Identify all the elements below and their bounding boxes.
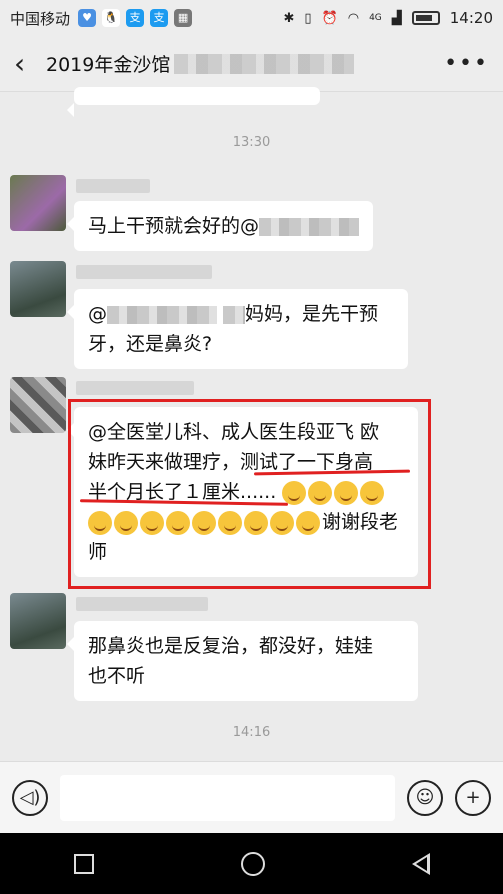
chat-title: 2019年金沙馆 [46, 54, 171, 76]
back-arrow-icon[interactable]: ‹ [14, 47, 46, 80]
battery-icon [411, 11, 440, 25]
message-text: 妹昨天来做理疗，测试了一下身高 [88, 451, 374, 473]
avatar[interactable] [10, 175, 66, 231]
hand-over-mouth-emoji-icon [308, 480, 333, 505]
message-text: 妈妈，是先干预 [245, 303, 379, 325]
signal-icon: ▟ [391, 10, 402, 26]
wechat-icon: ♥ [78, 9, 97, 27]
message-bubble[interactable]: 那鼻炎也是反复治，都没好，娃娃 也不听 [67, 621, 418, 701]
more-options-icon[interactable]: ••• [444, 51, 489, 76]
hand-over-mouth-emoji-icon [282, 480, 307, 505]
sender-name [76, 381, 194, 395]
status-bar: 中国移动 ♥ 🐧 支 支 ▦ ✱ ▯ ⏰ ◠ 4G ▟ 14:20 [0, 0, 503, 36]
recent-apps-icon[interactable] [73, 853, 94, 874]
blurred-mention [223, 305, 246, 324]
message-input-bar: ◁) ☺ + [0, 761, 503, 833]
sender-name [76, 597, 208, 611]
alipay-icon: 支 [126, 9, 145, 27]
avatar[interactable] [10, 593, 66, 649]
back-icon[interactable] [411, 852, 430, 875]
notification-icons: ♥ 🐧 支 支 ▦ [78, 9, 193, 27]
message-text: @全医堂儿科、成人医生段亚飞 欧 [88, 421, 380, 443]
message-list[interactable]: 13:30 马上干预就会好的@ @ 妈妈，是先干预 牙，还是鼻炎? @全医堂儿科… [0, 87, 503, 761]
message-text: 师 [88, 541, 108, 563]
blurred-mention [107, 305, 217, 324]
carrier-name: 中国移动 [10, 9, 71, 28]
home-icon[interactable] [240, 851, 265, 876]
qq-icon: 🐧 [102, 9, 121, 27]
grinning-emoji-icon [166, 510, 190, 535]
grinning-emoji-icon [270, 510, 294, 535]
sender-name [76, 179, 150, 193]
avatar[interactable] [10, 377, 66, 433]
network-type: 4G [369, 13, 382, 23]
alarm-icon: ⏰ [321, 10, 338, 26]
hand-over-mouth-emoji-icon [114, 510, 138, 535]
hand-over-mouth-emoji-icon [334, 480, 359, 505]
message-bubble[interactable] [67, 87, 320, 117]
message-text: 那鼻炎也是反复治，都没好，娃娃 [88, 635, 374, 657]
message-bubble[interactable]: 马上干预就会好的@ [66, 201, 374, 251]
message-text: 牙，还是鼻炎? [88, 333, 213, 355]
vibrate-icon: ▯ [304, 10, 312, 26]
qr-icon: ▦ [174, 9, 193, 27]
emoji-icon[interactable]: ☺ [407, 779, 443, 816]
message-text: 也不听 [88, 665, 146, 687]
grinning-emoji-icon [192, 510, 216, 535]
bluetooth-icon: ✱ [283, 10, 295, 26]
sender-name [76, 265, 212, 279]
message-text: 马上干预就会好的@ [88, 215, 260, 237]
hand-over-mouth-emoji-icon [140, 510, 164, 535]
clock: 14:20 [449, 9, 493, 27]
time-divider: 13:30 [232, 135, 271, 150]
message-input[interactable] [60, 774, 395, 821]
message-text: @ [88, 303, 107, 325]
add-icon[interactable]: + [455, 779, 491, 816]
message-bubble[interactable]: @全医堂儿科、成人医生段亚飞 欧 妹昨天来做理疗，测试了一下身高 半个月长了１厘… [67, 407, 418, 577]
grinning-emoji-icon [296, 510, 320, 535]
wifi-icon: ◠ [347, 10, 360, 26]
grinning-emoji-icon [244, 510, 268, 535]
system-navigation-bar [0, 833, 503, 894]
avatar[interactable] [10, 261, 66, 317]
grinning-emoji-icon [218, 510, 242, 535]
chat-header: ‹ 2019年金沙馆 ••• [0, 36, 503, 92]
alipay-icon: 支 [150, 9, 169, 27]
message-bubble[interactable]: @ 妈妈，是先干预 牙，还是鼻炎? [67, 289, 408, 369]
time-divider: 14:16 [232, 725, 271, 740]
message-text: 谢谢段老 [322, 511, 399, 533]
hand-over-mouth-emoji-icon [360, 480, 385, 505]
hand-over-mouth-emoji-icon [88, 510, 112, 535]
voice-icon[interactable]: ◁) [12, 779, 48, 816]
blurred-mention [259, 217, 360, 236]
blurred-title [174, 53, 355, 74]
